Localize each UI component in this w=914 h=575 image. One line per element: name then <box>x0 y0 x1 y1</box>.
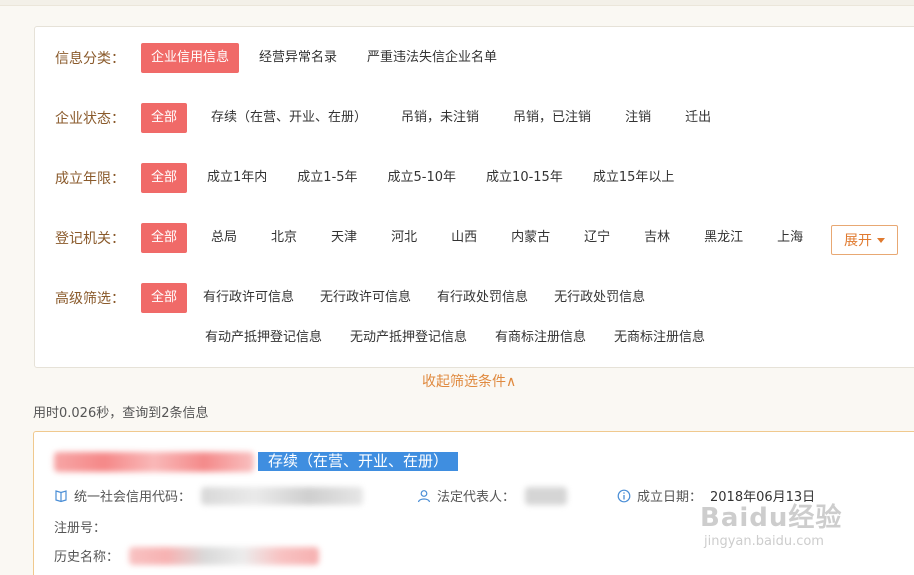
filter-option-authority-2[interactable]: 北京 <box>261 223 307 253</box>
filter-option-age-5[interactable]: 成立15年以上 <box>583 163 685 193</box>
filter-option-status-5[interactable]: 迁出 <box>675 103 721 133</box>
filter-row-advanced-2: 有动产抵押登记信息 无动产抵押登记信息 有商标注册信息 无商标注册信息 <box>195 323 715 353</box>
filter-option-advanced-0[interactable]: 全部 <box>141 283 188 313</box>
status-badge: 存续（在营、开业、在册） <box>258 452 459 471</box>
filter-option-category-0[interactable]: 企业信用信息 <box>141 43 240 73</box>
filter-row-category: 信息分类： 企业信用信息 经营异常名录 严重违法失信企业名单 <box>55 43 507 73</box>
expand-button[interactable]: 展开 <box>831 225 898 255</box>
filter-label-status: 企业状态： <box>55 111 125 127</box>
filter-option-advanced-row2-2[interactable]: 有商标注册信息 <box>485 323 596 353</box>
search-stats: 用时0.026秒，查询到2条信息 <box>33 406 209 421</box>
filter-option-status-0[interactable]: 全部 <box>141 103 188 133</box>
filter-option-age-3[interactable]: 成立5-10年 <box>378 163 467 193</box>
filter-option-status-4[interactable]: 注销 <box>615 103 661 133</box>
filter-option-category-2[interactable]: 严重违法失信企业名单 <box>357 43 507 73</box>
filter-option-authority-1[interactable]: 总局 <box>201 223 247 253</box>
collapse-filters-link[interactable]: 收起筛选条件∧ <box>422 371 516 391</box>
filter-option-advanced-row2-1[interactable]: 无动产抵押登记信息 <box>340 323 477 353</box>
filter-label-authority: 登记机关： <box>55 231 125 247</box>
filter-option-authority-8[interactable]: 吉林 <box>634 223 680 253</box>
baidu-jingyan-watermark: Baidu经验 jingyan.baidu.com <box>700 497 842 549</box>
filter-option-age-2[interactable]: 成立1-5年 <box>287 163 367 193</box>
filter-option-advanced-row2-0[interactable]: 有动产抵押登记信息 <box>195 323 332 353</box>
legal-rep-field: 法定代表人： <box>417 486 568 505</box>
filter-option-advanced-2[interactable]: 无行政许可信息 <box>310 283 421 313</box>
filter-row-advanced: 高级筛选： 全部 有行政许可信息 无行政许可信息 有行政处罚信息 无行政处罚信息 <box>55 283 655 313</box>
filter-option-authority-3[interactable]: 天津 <box>321 223 367 253</box>
filter-option-status-3[interactable]: 吊销，已注销 <box>503 103 601 133</box>
former-name-label: 历史名称： <box>54 550 120 565</box>
legal-rep-value-redacted <box>525 486 568 505</box>
company-name-redacted[interactable] <box>54 452 254 472</box>
filter-option-authority-7[interactable]: 辽宁 <box>574 223 620 253</box>
filter-row-status: 企业状态： 全部 存续（在营、开业、在册） 吊销，未注销 吊销，已注销 注销 迁出 <box>55 103 721 133</box>
former-name-value-redacted <box>129 546 320 565</box>
credit-code-field: 统一社会信用代码： <box>54 486 364 505</box>
filter-panel: 信息分类： 企业信用信息 经营异常名录 严重违法失信企业名单 企业状态： 全部 存续（… <box>34 26 914 368</box>
filter-options-authority: 全部 总局 北京 天津 河北 山西 内蒙古 辽宁 吉林 黑龙江 上海 <box>141 223 813 253</box>
filter-options-advanced-2: 有动产抵押登记信息 无动产抵押登记信息 有商标注册信息 无商标注册信息 <box>195 323 715 353</box>
filter-options-advanced: 全部 有行政许可信息 无行政许可信息 有行政处罚信息 无行政处罚信息 <box>141 283 655 313</box>
filter-option-status-1[interactable]: 存续（在营、开业、在册） <box>201 103 377 133</box>
book-icon <box>55 489 67 502</box>
info-icon <box>617 489 631 502</box>
filter-options-age: 全部 成立1年内 成立1-5年 成立5-10年 成立10-15年 成立15年以上 <box>141 163 684 193</box>
reg-no-label: 注册号： <box>54 521 107 536</box>
filter-label-category: 信息分类： <box>55 51 125 67</box>
filter-options-category: 企业信用信息 经营异常名录 严重违法失信企业名单 <box>141 43 507 73</box>
filter-option-status-2[interactable]: 吊销，未注销 <box>391 103 489 133</box>
filter-label-advanced: 高级筛选： <box>55 291 125 307</box>
legal-rep-label: 法定代表人： <box>437 490 516 505</box>
credit-code-label: 统一社会信用代码： <box>74 490 192 505</box>
filter-option-advanced-1[interactable]: 有行政许可信息 <box>193 283 304 313</box>
reg-no-field: 注册号： <box>54 517 106 536</box>
filter-option-authority-6[interactable]: 内蒙古 <box>501 223 560 253</box>
caret-down-icon <box>877 237 885 243</box>
filter-option-authority-4[interactable]: 河北 <box>381 223 427 253</box>
filter-option-authority-0[interactable]: 全部 <box>141 223 188 253</box>
user-icon <box>417 489 431 502</box>
filter-options-status: 全部 存续（在营、开业、在册） 吊销，未注销 吊销，已注销 注销 迁出 <box>141 103 721 133</box>
filter-option-category-1[interactable]: 经营异常名录 <box>249 43 347 73</box>
credit-code-value-redacted <box>201 486 364 505</box>
watermark-logo: Baidu经验 <box>700 503 843 533</box>
filter-option-authority-9[interactable]: 黑龙江 <box>694 223 753 253</box>
founded-label: 成立日期： <box>637 490 703 505</box>
filter-option-age-1[interactable]: 成立1年内 <box>197 163 277 193</box>
filter-option-authority-5[interactable]: 山西 <box>441 223 487 253</box>
filter-option-age-0[interactable]: 全部 <box>141 163 188 193</box>
filter-option-advanced-4[interactable]: 无行政处罚信息 <box>544 283 655 313</box>
former-name-field: 历史名称： <box>54 546 320 565</box>
filter-row-authority: 登记机关： 全部 总局 北京 天津 河北 山西 内蒙古 辽宁 吉林 黑龙江 上海 <box>55 223 813 253</box>
filter-label-age: 成立年限： <box>55 171 125 187</box>
watermark-url: jingyan.baidu.com <box>704 534 824 549</box>
filter-option-advanced-3[interactable]: 有行政处罚信息 <box>427 283 538 313</box>
expand-button-label: 展开 <box>844 233 872 249</box>
filter-row-age: 成立年限： 全部 成立1年内 成立1-5年 成立5-10年 成立10-15年 成立15年以… <box>55 163 684 193</box>
filter-option-authority-10[interactable]: 上海 <box>767 223 813 253</box>
filter-option-age-4[interactable]: 成立10-15年 <box>476 163 573 193</box>
filter-option-advanced-row2-3[interactable]: 无商标注册信息 <box>604 323 715 353</box>
top-divider <box>0 0 914 6</box>
